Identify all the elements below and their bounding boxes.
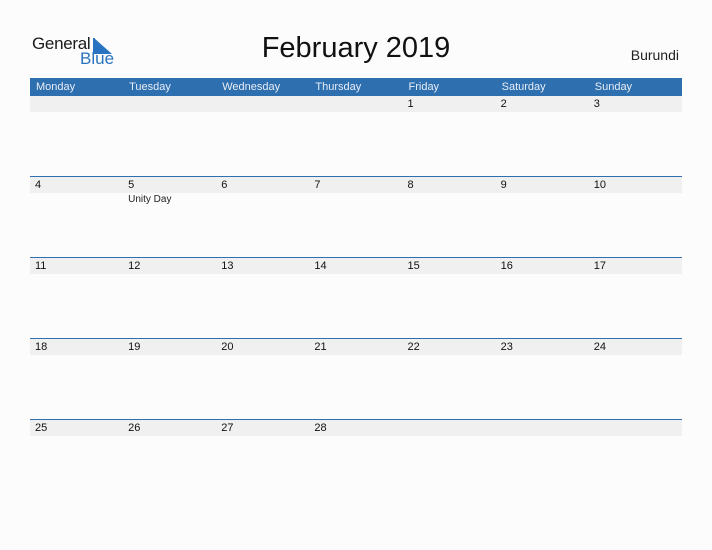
day-number: 16 (500, 260, 513, 272)
day-number: 20 (221, 341, 234, 353)
week-row: 25 26 27 28 (30, 419, 682, 500)
day-number: 28 (314, 422, 327, 434)
day-number: 5 (128, 179, 135, 191)
day-number: 6 (221, 179, 228, 191)
day-number: 14 (314, 260, 327, 272)
day-number: 19 (128, 341, 141, 353)
day-number: 22 (407, 341, 420, 353)
holiday-label (403, 193, 496, 207)
day-number: 17 (593, 260, 606, 272)
weekday-monday: Monday (36, 81, 76, 93)
date-strip: 4 5 6 7 8 9 10 (30, 177, 682, 193)
week-row: 11 12 13 14 15 16 17 (30, 257, 682, 338)
week-row: 1 2 3 (30, 96, 682, 176)
weekday-sunday: Sunday (594, 81, 633, 93)
day-number: 1 (407, 98, 414, 110)
day-number: 3 (593, 98, 600, 110)
day-number: 21 (314, 341, 327, 353)
day-number: 7 (314, 179, 321, 191)
day-number: 24 (593, 341, 606, 353)
holiday-label (496, 193, 589, 207)
week-row: 4 5 6 7 8 9 10 Unity Day (30, 176, 682, 257)
day-number: 4 (35, 179, 42, 191)
day-number: 18 (35, 341, 48, 353)
weekday-thursday: Thursday (315, 81, 362, 93)
day-number (123, 96, 216, 112)
weekday-header: Monday Tuesday Wednesday Thursday Friday… (30, 78, 682, 96)
day-number: 12 (128, 260, 141, 272)
day-number: 11 (35, 260, 47, 272)
holiday-label (589, 193, 682, 207)
weeks-container: 1 2 3 4 5 6 7 8 9 10 Unity Day 11 12 13 14 15 16 17 18 19 20… (30, 96, 682, 500)
week-row: 18 19 20 21 22 23 24 (30, 338, 682, 419)
page-title: February 2019 (261, 32, 451, 64)
day-number: 15 (407, 260, 420, 272)
day-number: 27 (221, 422, 234, 434)
day-number: 26 (128, 422, 141, 434)
weekday-saturday: Saturday (501, 81, 546, 93)
events-row: Unity Day (30, 193, 682, 207)
weekday-tuesday: Tuesday (129, 81, 171, 93)
day-number: 25 (35, 422, 48, 434)
day-number: 2 (500, 98, 507, 110)
holiday-label (309, 193, 402, 207)
day-number: 10 (593, 179, 606, 191)
day-number (496, 420, 589, 436)
day-number (589, 420, 682, 436)
holiday-label: Unity Day (128, 194, 172, 205)
weekday-friday: Friday (408, 81, 440, 93)
day-number: 23 (500, 341, 513, 353)
day-number (216, 96, 309, 112)
date-strip: 18 19 20 21 22 23 24 (30, 339, 682, 355)
calendar: Monday Tuesday Wednesday Thursday Friday… (30, 78, 682, 500)
date-strip: 25 26 27 28 (30, 420, 682, 436)
day-number: 9 (500, 179, 507, 191)
date-strip: 1 2 3 (30, 96, 682, 112)
date-strip: 11 12 13 14 15 16 17 (30, 258, 682, 274)
day-number (309, 96, 402, 112)
day-number (403, 420, 496, 436)
holiday-label (216, 193, 309, 207)
day-number: 13 (221, 260, 234, 272)
day-number (30, 96, 123, 112)
weekday-wednesday: Wednesday (222, 81, 281, 93)
country-label: Burundi (630, 47, 679, 63)
holiday-label (30, 193, 123, 207)
day-number: 8 (407, 179, 414, 191)
